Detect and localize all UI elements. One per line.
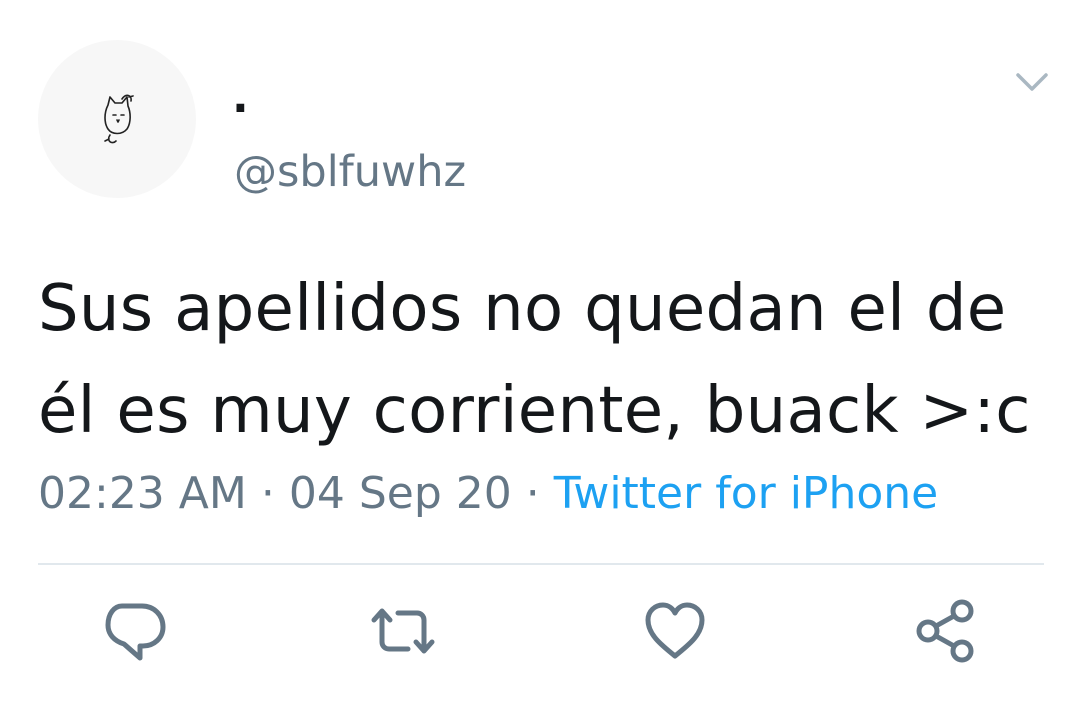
cat-doodle-icon [104, 94, 134, 144]
share-icon [916, 599, 974, 663]
tweet-card: . @sblfuwhz Sus apellidos no quedan el d… [0, 0, 1080, 709]
retweet-icon [371, 608, 435, 654]
reply-icon [105, 603, 166, 661]
meta-separator: · [525, 468, 540, 519]
tweet-source-link[interactable]: Twitter for iPhone [554, 468, 938, 519]
share-button[interactable] [910, 596, 980, 666]
like-button[interactable] [640, 596, 710, 666]
username[interactable]: @sblfuwhz [234, 145, 466, 199]
reply-button[interactable] [100, 596, 170, 666]
heart-icon [645, 602, 705, 659]
tweet-time: 02:23 AM [38, 468, 247, 519]
display-name[interactable]: . [232, 70, 249, 126]
chevron-down-icon[interactable] [1012, 62, 1052, 102]
avatar[interactable] [38, 40, 196, 198]
tweet-meta: 02:23 AM · 04 Sep 20 · Twitter for iPhone [38, 466, 938, 522]
tweet-text: Sus apellidos no quedan el de él es muy … [38, 272, 1031, 448]
tweet-date: 04 Sep 20 [288, 468, 512, 519]
divider [38, 563, 1044, 565]
retweet-button[interactable] [368, 596, 438, 666]
meta-separator: · [260, 468, 275, 519]
